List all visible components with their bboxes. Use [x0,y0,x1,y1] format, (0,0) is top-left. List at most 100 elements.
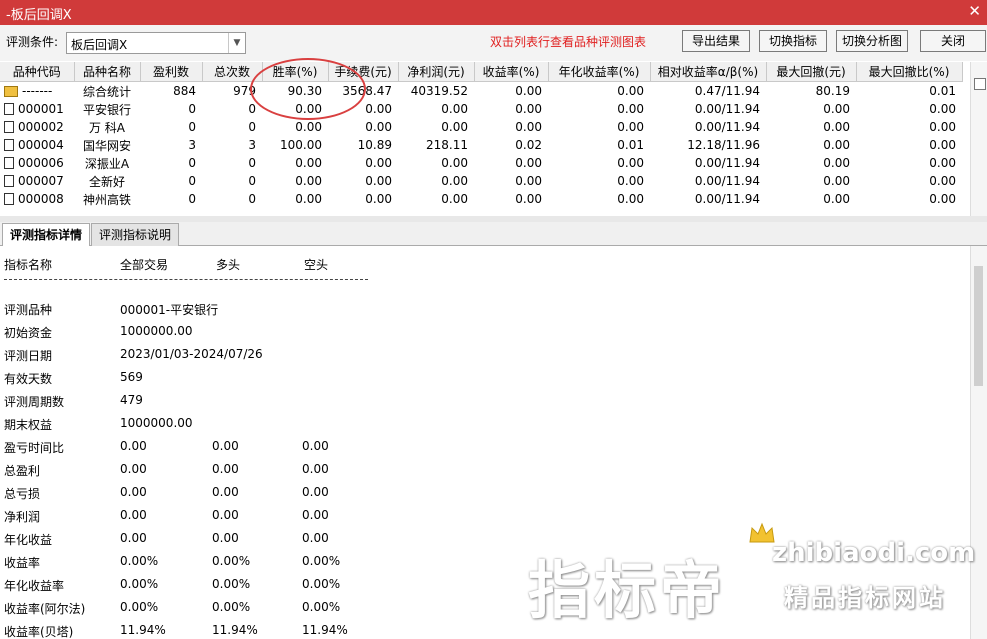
watermark-brand: 指标帝 [528,554,727,627]
metric-value: 0.00 [212,485,239,499]
results-table: 品种代码 品种名称 盈利数 总次数 胜率(%) 手续费(元) 净利润(元) 收益… [0,62,970,216]
metric-value: 0.00% [120,554,159,568]
value-cell: 0.00 [929,192,956,206]
metric-value: 0.00 [120,439,147,453]
col-header[interactable]: 总次数 [202,62,263,82]
value-cell: 0.00 [295,174,322,188]
condition-label: 评测条件: [6,35,59,49]
value-cell: 0.00 [441,156,468,170]
col-header[interactable]: 年化收益率(%) [548,62,651,82]
table-scrollbar[interactable] [970,62,987,216]
value-cell: 0.00 [295,120,322,134]
value-cell: 3568.47 [342,84,392,98]
value-cell: 0.01 [929,84,956,98]
document-icon [4,103,14,115]
col-header[interactable]: 收益率(%) [474,62,549,82]
value-cell: 0.00 [617,120,644,134]
switch-chart-button[interactable]: 切换分析图 [836,30,908,52]
value-cell: 0.00 [515,174,542,188]
col-header[interactable]: 品种名称 [74,62,141,82]
value-cell: 3 [248,138,256,152]
metric-name: 评测周期数 [4,395,65,409]
chevron-down-icon[interactable]: ▼ [228,33,245,53]
metric-value: 0.00% [120,577,159,591]
value-cell: 0.00 [365,192,392,206]
metric-name: 评测日期 [4,349,53,363]
table-body: ------- 综合统计 884 979 90.30 3568.47 40319.52 0.0… [0,82,962,209]
metric-value: 0.00 [212,439,239,453]
table-row[interactable]: 000007 全新好 0 0 0.00 0.00 0.00 0.00 0.00 0.00/11.9… [0,172,962,190]
name-cell: 全新好 [88,174,125,189]
value-cell: 0.00 [929,156,956,170]
value-cell: 3 [188,138,196,152]
value-cell: 0 [248,192,256,206]
metric-value: 11.94% [212,623,258,637]
value-cell: 0.00/11.94 [694,120,760,134]
value-cell: 979 [233,84,256,98]
metric-name: 期末权益 [4,418,53,432]
metric-value: 0.00 [120,485,147,499]
value-cell: 0.00 [441,174,468,188]
metric-value: 0.00 [302,485,329,499]
table-row[interactable]: 000001 平安银行 0 0 0.00 0.00 0.00 0.00 0.00 0.00/11.… [0,100,962,118]
checkbox-icon[interactable] [974,78,986,90]
name-cell: 国华网安 [82,138,131,153]
metric-name: 评测品种 [4,303,53,317]
table-row[interactable]: 000008 神州高铁 0 0 0.00 0.00 0.00 0.00 0.00 0.00/11.… [0,190,962,208]
value-cell: 0.00 [295,156,322,170]
table-row[interactable]: 000002 万 科A 0 0 0.00 0.00 0.00 0.00 0.00 0.00/11.… [0,118,962,136]
col-header[interactable]: 盈利数 [140,62,203,82]
detail-header-cell: 空头 [304,258,329,272]
metric-value: 0.00 [302,508,329,522]
code-text: 000008 [18,192,64,206]
metric-value: 0.00% [212,577,251,591]
switch-indicator-button[interactable]: 切换指标 [759,30,827,52]
col-header[interactable]: 净利润(元) [398,62,475,82]
metric-value: 0.00 [120,531,147,545]
document-icon [4,175,14,187]
code-text: 000006 [18,156,64,170]
metric-value: 0.00 [302,531,329,545]
name-cell: 平安银行 [82,102,131,117]
metric-value: 1000000.00 [120,324,193,338]
value-cell: 0 [248,102,256,116]
value-cell: 90.30 [287,84,322,98]
metric-value: 0.00 [212,462,239,476]
metric-name: 收益率 [4,556,41,570]
col-header[interactable]: 相对收益率α/β(%) [650,62,767,82]
condition-value: 板后回调X [71,38,128,52]
col-header[interactable]: 最大回撤比(%) [856,62,963,82]
tab-indicator-description[interactable]: 评测指标说明 [91,223,180,246]
value-cell: 0.00/11.94 [694,174,760,188]
metric-value: 2023/01/03-2024/07/26 [120,347,263,361]
code-cell: 000004 [0,136,74,154]
value-cell: 0.00 [441,102,468,116]
value-cell: 0.00 [441,120,468,134]
separator-line [4,279,368,280]
close-button[interactable]: 关闭 [920,30,986,52]
export-button[interactable]: 导出结果 [682,30,750,52]
name-cell: 深振业A [84,156,130,171]
detail-header-cell: 指标名称 [4,258,53,272]
condition-select[interactable]: 板后回调X ▼ [66,32,246,54]
col-header[interactable]: 最大回撤(元) [766,62,857,82]
table-row[interactable]: 000006 深振业A 0 0 0.00 0.00 0.00 0.00 0.00 0.00/11.… [0,154,962,172]
metric-name: 年化收益 [4,533,53,547]
col-header[interactable]: 手续费(元) [328,62,399,82]
col-header[interactable]: 胜率(%) [262,62,329,82]
metric-value: 479 [120,393,143,407]
metric-value: 0.00 [212,531,239,545]
document-icon [4,121,14,133]
document-icon [4,193,14,205]
tab-indicator-detail[interactable]: 评测指标详情 [2,223,91,247]
detail-scrollbar[interactable] [970,246,987,639]
col-header[interactable]: 品种代码 [0,62,75,82]
metric-name: 总亏损 [4,487,41,501]
table-row[interactable]: ------- 综合统计 884 979 90.30 3568.47 40319.52 0.0… [0,82,962,101]
close-icon[interactable]: ✕ [968,2,981,20]
value-cell: 0.00 [365,156,392,170]
scroll-thumb[interactable] [974,266,983,386]
value-cell: 0 [248,120,256,134]
metric-name: 总盈利 [4,464,41,478]
table-row[interactable]: 000004 国华网安 3 3 100.00 10.89 218.11 0.02 0.01 12.… [0,136,962,154]
